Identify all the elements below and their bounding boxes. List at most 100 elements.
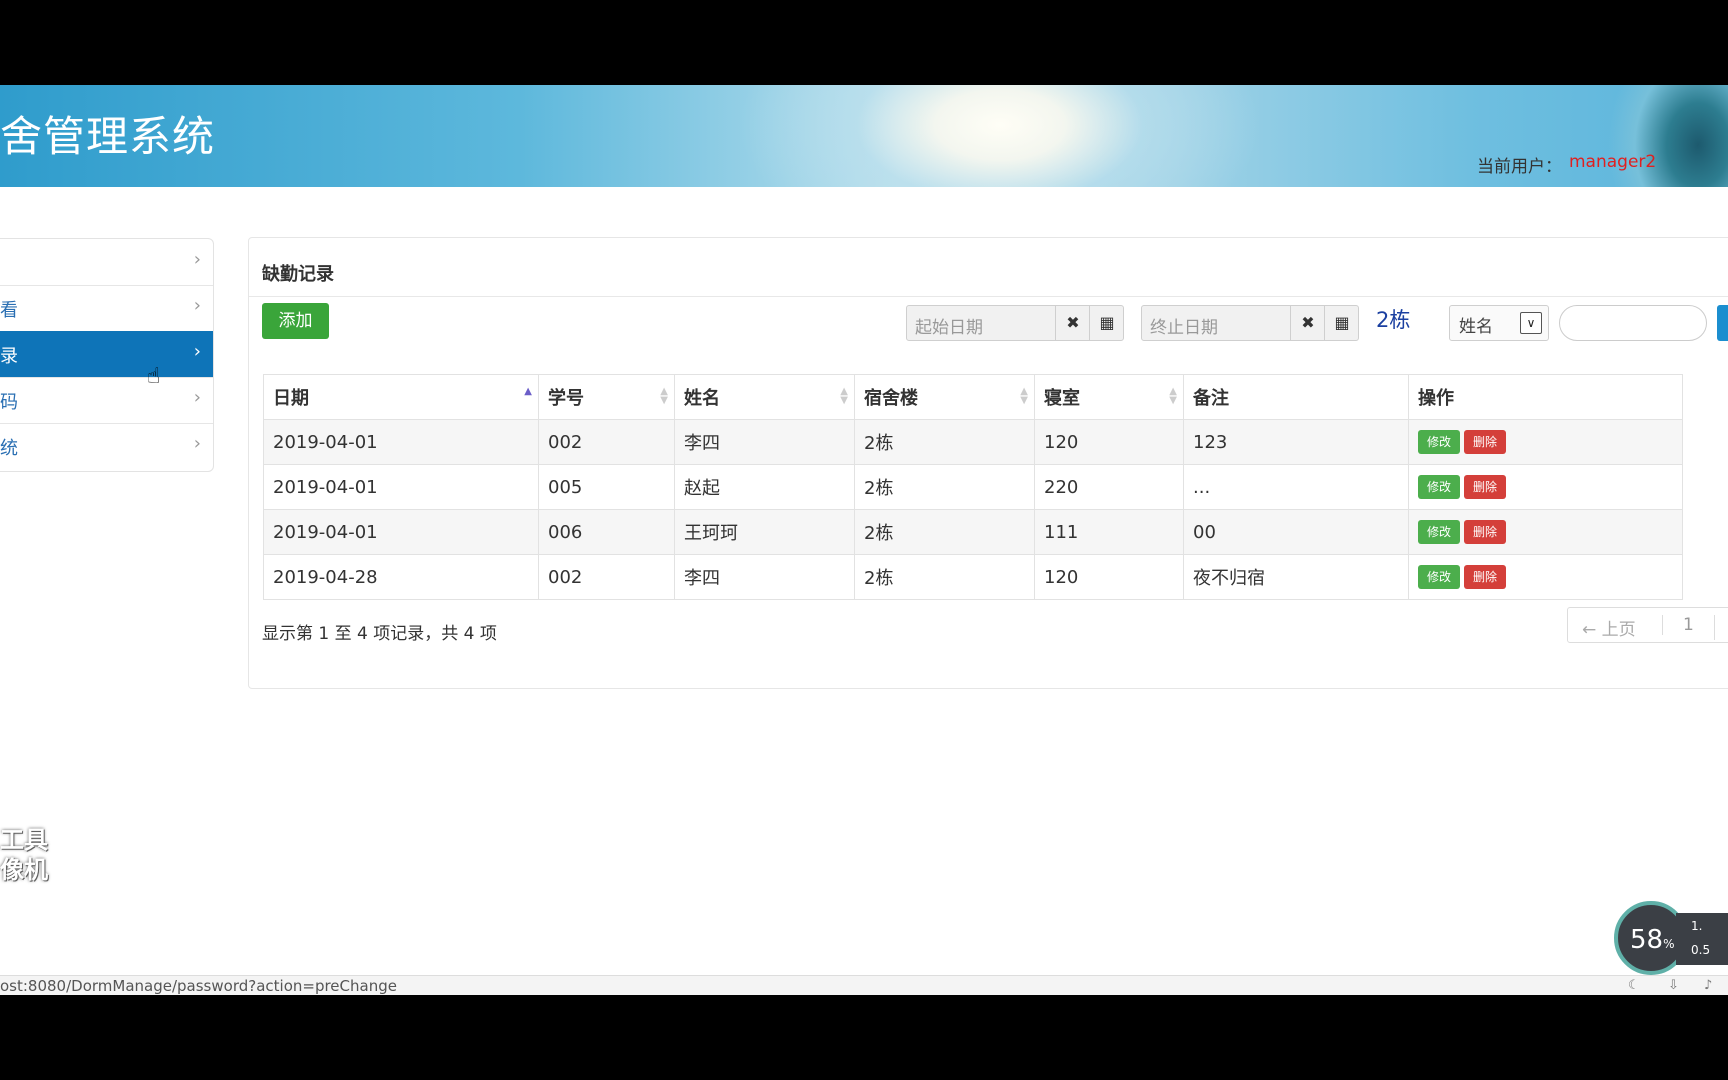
cpu-percent: 58 [1630, 925, 1664, 955]
table-row: 2019-04-28 002 李四 2栋 120 夜不归宿 修改 删除 [263, 554, 1683, 600]
cell-note: 夜不归宿 [1183, 554, 1409, 600]
column-header-actions: 操作 [1408, 374, 1683, 420]
cell-note: 00 [1183, 509, 1409, 555]
chevron-down-icon: ∨ [1520, 312, 1542, 334]
edit-button[interactable]: 修改 [1418, 475, 1460, 499]
browser-viewport: 舍管理系统 当前用户： manager2 › 看 › 录 › 码 › 统 › ☝… [0, 85, 1728, 995]
moon-icon: ☾ [1628, 978, 1640, 993]
search-button[interactable] [1717, 305, 1728, 341]
column-header-name[interactable]: 姓名 ▲ ▼ [674, 374, 855, 420]
current-user-name: manager2 [1569, 152, 1657, 172]
edit-button[interactable]: 修改 [1418, 565, 1460, 589]
sidebar-item-label: 录 [0, 346, 18, 367]
cell-actions: 修改 删除 [1408, 509, 1683, 555]
edit-button[interactable]: 修改 [1418, 430, 1460, 454]
net-up-value: 1. [1691, 919, 1703, 933]
cell-room: 220 [1034, 464, 1184, 510]
column-header-student-id[interactable]: 学号 ▲ ▼ [538, 374, 675, 420]
column-header-room[interactable]: 寝室 ▲ ▼ [1034, 374, 1184, 420]
cell-name: 李四 [674, 419, 855, 465]
end-date-input[interactable]: 终止日期 [1150, 313, 1218, 338]
sidebar-item-label: 码 [0, 392, 18, 413]
panel-title: 缺勤记录 [262, 264, 334, 285]
column-header-note: 备注 [1183, 374, 1409, 420]
download-icon: ⇩ [1668, 978, 1679, 993]
browser-status-bar: ost:8080/DormManage/password?action=preC… [0, 975, 1728, 995]
cell-room: 120 [1034, 554, 1184, 600]
cell-student-id: 002 [538, 419, 675, 465]
calendar-icon[interactable]: ▦ [1089, 306, 1124, 340]
cell-note: ... [1183, 464, 1409, 510]
search-input[interactable] [1559, 305, 1707, 341]
sidebar-item-1[interactable]: › [0, 239, 213, 286]
cell-building: 2栋 [854, 419, 1035, 465]
table-header-row: 日期 ▲ 学号 ▲ ▼ 姓名 ▲ ▼ 宿舍楼 ▲ ▼ 寝室 ▲ ▼ 备注 操作 [263, 374, 1683, 420]
add-button[interactable]: 添加 [262, 303, 329, 339]
speaker-icon: ♪ [1704, 978, 1713, 993]
delete-button[interactable]: 删除 [1464, 565, 1506, 589]
cell-date: 2019-04-01 [263, 419, 539, 465]
sidebar-item-system[interactable]: 统 › [0, 423, 213, 469]
chevron-right-icon: › [193, 387, 201, 408]
delete-button[interactable]: 删除 [1464, 520, 1506, 544]
network-speed-widget: 1. 0.5 [1676, 913, 1728, 965]
calendar-icon[interactable]: ▦ [1324, 306, 1359, 340]
cell-actions: 修改 删除 [1408, 419, 1683, 465]
pagination: ← 上页 1 下 [1567, 607, 1728, 643]
column-header-date[interactable]: 日期 ▲ [263, 374, 539, 420]
start-date-picker: 起始日期 ✖ ▦ [906, 305, 1124, 341]
cell-name: 李四 [674, 554, 855, 600]
table-row: 2019-04-01 005 赵起 2栋 220 ... 修改 删除 [263, 464, 1683, 510]
records-summary: 显示第 1 至 4 项记录，共 4 项 [262, 624, 497, 644]
absence-records-panel: 缺勤记录 添加 起始日期 ✖ ▦ 终止日期 ✖ ▦ 2栋 姓名 ∨ 日期 ▲ 学号… [248, 237, 1728, 689]
cell-room: 120 [1034, 419, 1184, 465]
cell-building: 2栋 [854, 509, 1035, 555]
sidebar-item-password[interactable]: 码 › [0, 377, 213, 424]
prev-page-button[interactable]: ← 上页 [1582, 615, 1636, 640]
delete-button[interactable]: 删除 [1464, 475, 1506, 499]
table-row: 2019-04-01 006 王珂珂 2栋 111 00 修改 删除 [263, 509, 1683, 555]
chevron-right-icon: › [193, 295, 201, 316]
current-user-label: 当前用户： [1477, 157, 1562, 177]
sidebar-menu: › 看 › 录 › 码 › 统 › [0, 238, 214, 472]
chevron-right-icon: › [193, 341, 201, 362]
building-label: 2栋 [1376, 308, 1411, 332]
cell-date: 2019-04-01 [263, 464, 539, 510]
cell-actions: 修改 删除 [1408, 464, 1683, 510]
table-row: 2019-04-01 002 李四 2栋 120 123 修改 删除 [263, 419, 1683, 465]
cell-name: 赵起 [674, 464, 855, 510]
app-title: 舍管理系统 [0, 112, 216, 161]
search-field-value: 姓名 [1459, 317, 1493, 337]
header-banner: 舍管理系统 当前用户： manager2 [0, 85, 1728, 187]
cell-room: 111 [1034, 509, 1184, 555]
sort-icon: ▲ ▼ [840, 386, 848, 406]
cell-date: 2019-04-01 [263, 509, 539, 555]
absence-table: 日期 ▲ 学号 ▲ ▼ 姓名 ▲ ▼ 宿舍楼 ▲ ▼ 寝室 ▲ ▼ 备注 操作 2019-04-0… [263, 374, 1683, 600]
sidebar-item-2[interactable]: 看 › [0, 285, 213, 332]
sort-icon: ▲ ▼ [1169, 386, 1177, 406]
sidebar-item-label: 看 [0, 300, 18, 321]
delete-button[interactable]: 删除 [1464, 430, 1506, 454]
chevron-right-icon: › [193, 249, 201, 270]
next-page-button[interactable]: 下 [1714, 615, 1728, 640]
cell-building: 2栋 [854, 554, 1035, 600]
sort-asc-icon: ▲ [524, 386, 532, 397]
start-date-input[interactable]: 起始日期 [915, 313, 983, 338]
page-number-1[interactable]: 1 [1662, 615, 1694, 635]
search-field-select[interactable]: 姓名 ∨ [1449, 305, 1549, 341]
recorder-watermark: 工具 像机 [0, 826, 48, 884]
clear-icon[interactable]: ✖ [1055, 306, 1090, 340]
edit-button[interactable]: 修改 [1418, 520, 1460, 544]
column-header-building[interactable]: 宿舍楼 ▲ ▼ [854, 374, 1035, 420]
sidebar-item-absence-records[interactable]: 录 › [0, 331, 213, 378]
net-down-value: 0.5 [1691, 943, 1711, 957]
cell-actions: 修改 删除 [1408, 554, 1683, 600]
cell-student-id: 005 [538, 464, 675, 510]
cell-student-id: 002 [538, 554, 675, 600]
end-date-picker: 终止日期 ✖ ▦ [1141, 305, 1359, 341]
clear-icon[interactable]: ✖ [1290, 306, 1325, 340]
sort-icon: ▲ ▼ [660, 386, 668, 406]
cell-student-id: 006 [538, 509, 675, 555]
hand-cursor-icon: ☝ [147, 364, 161, 389]
status-url: ost:8080/DormManage/password?action=preC… [0, 977, 397, 995]
